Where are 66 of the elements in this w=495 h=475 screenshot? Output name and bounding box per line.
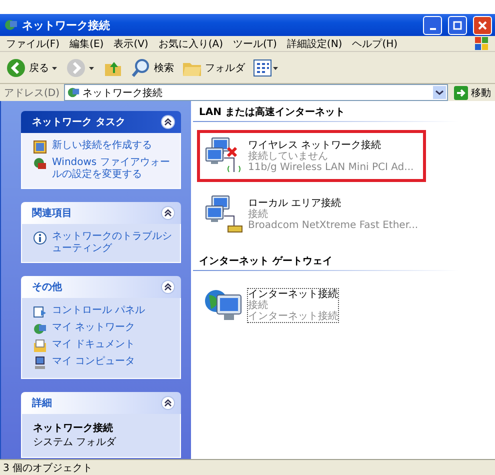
- status-bar: 3 個のオブジェクト: [0, 459, 495, 475]
- minimize-button[interactable]: [423, 16, 442, 34]
- network-icon: [33, 322, 47, 336]
- connection-name[interactable]: ワイヤレス ネットワーク接続: [248, 140, 414, 150]
- caret-icon: [52, 64, 58, 70]
- windows-logo-icon: [475, 37, 489, 50]
- menu-item[interactable]: お気に入り(A): [158, 36, 223, 50]
- minimize-icon: [430, 28, 436, 30]
- task-link[interactable]: マイ コンピュータ: [52, 356, 136, 368]
- connection-status: 接続: [248, 208, 269, 220]
- menu-item[interactable]: ヘルプ(H): [352, 36, 398, 50]
- control-panel-icon: [33, 305, 47, 319]
- task-link[interactable]: Windows ファイアウォールの設定を変更する: [52, 157, 172, 180]
- task-link[interactable]: マイ ドキュメント: [52, 339, 136, 350]
- menu-item[interactable]: ファイル(F): [6, 36, 60, 50]
- panel-title: その他: [32, 280, 63, 294]
- panel-title: ネットワーク タスク: [32, 116, 126, 129]
- documents-icon: [33, 339, 47, 353]
- new-connection-icon: [33, 140, 47, 154]
- menu-item[interactable]: 詳細設定(N): [286, 36, 342, 50]
- connection-name[interactable]: ローカル エリア接続: [248, 198, 418, 208]
- device-name: Broadcom NetXtreme Fast Ether...: [248, 220, 418, 230]
- search-button[interactable]: 検索: [131, 58, 174, 78]
- task-link[interactable]: コントロール パネル: [52, 305, 146, 316]
- maximize-button[interactable]: [448, 16, 467, 34]
- lan-connection-icon: [204, 194, 244, 234]
- back-icon: [6, 58, 26, 78]
- panel-title: 詳細: [32, 396, 53, 410]
- menu-item[interactable]: 表示(V): [114, 36, 148, 50]
- window-title: ネットワーク接続: [22, 18, 111, 32]
- maximize-icon: [453, 20, 462, 30]
- device-name: 11b/g Wireless LAN Mini PCI Ad...: [248, 162, 414, 172]
- collapse-icon[interactable]: [161, 280, 175, 294]
- forward-icon: [66, 58, 86, 78]
- folders-button[interactable]: フォルダ: [182, 58, 245, 78]
- device-name: インターネット接続: [248, 310, 338, 322]
- network-icon: [4, 18, 18, 32]
- views-button[interactable]: [253, 58, 279, 78]
- collapse-icon[interactable]: [161, 115, 175, 129]
- address-field[interactable]: ネットワーク接続: [64, 84, 448, 101]
- collapse-icon[interactable]: [161, 206, 175, 220]
- task-link[interactable]: マイ ネットワーク: [52, 322, 136, 334]
- section-header: インターネット ゲートウェイ: [193, 250, 459, 271]
- views-icon: [253, 58, 279, 78]
- back-button[interactable]: 戻る: [6, 58, 58, 78]
- search-icon: [131, 58, 151, 78]
- address-label: アドレス(D): [4, 86, 60, 100]
- connection-name[interactable]: インターネット接続: [248, 288, 338, 300]
- menu-item[interactable]: 編集(E): [70, 36, 104, 50]
- section-header: LAN または高速インターネット: [193, 101, 459, 122]
- connection-status: 接続していません: [248, 150, 328, 162]
- collapse-icon[interactable]: [161, 396, 175, 410]
- go-button[interactable]: 移動: [452, 86, 495, 100]
- menu-item[interactable]: ツール(T): [233, 36, 277, 50]
- panel-title: 関連項目: [32, 206, 73, 220]
- connection-status: 接続: [248, 300, 269, 310]
- close-icon: [478, 20, 487, 30]
- close-button[interactable]: [473, 16, 492, 34]
- info-icon: [33, 231, 47, 245]
- folder-type: システム フォルダ: [33, 436, 118, 449]
- computer-icon: [33, 356, 47, 370]
- folder-name: ネットワーク接続: [33, 422, 114, 435]
- task-link[interactable]: 新しい接続を作成する: [52, 140, 152, 152]
- network-icon: [66, 86, 80, 99]
- caret-icon: [89, 64, 95, 70]
- firewall-icon: [33, 157, 47, 171]
